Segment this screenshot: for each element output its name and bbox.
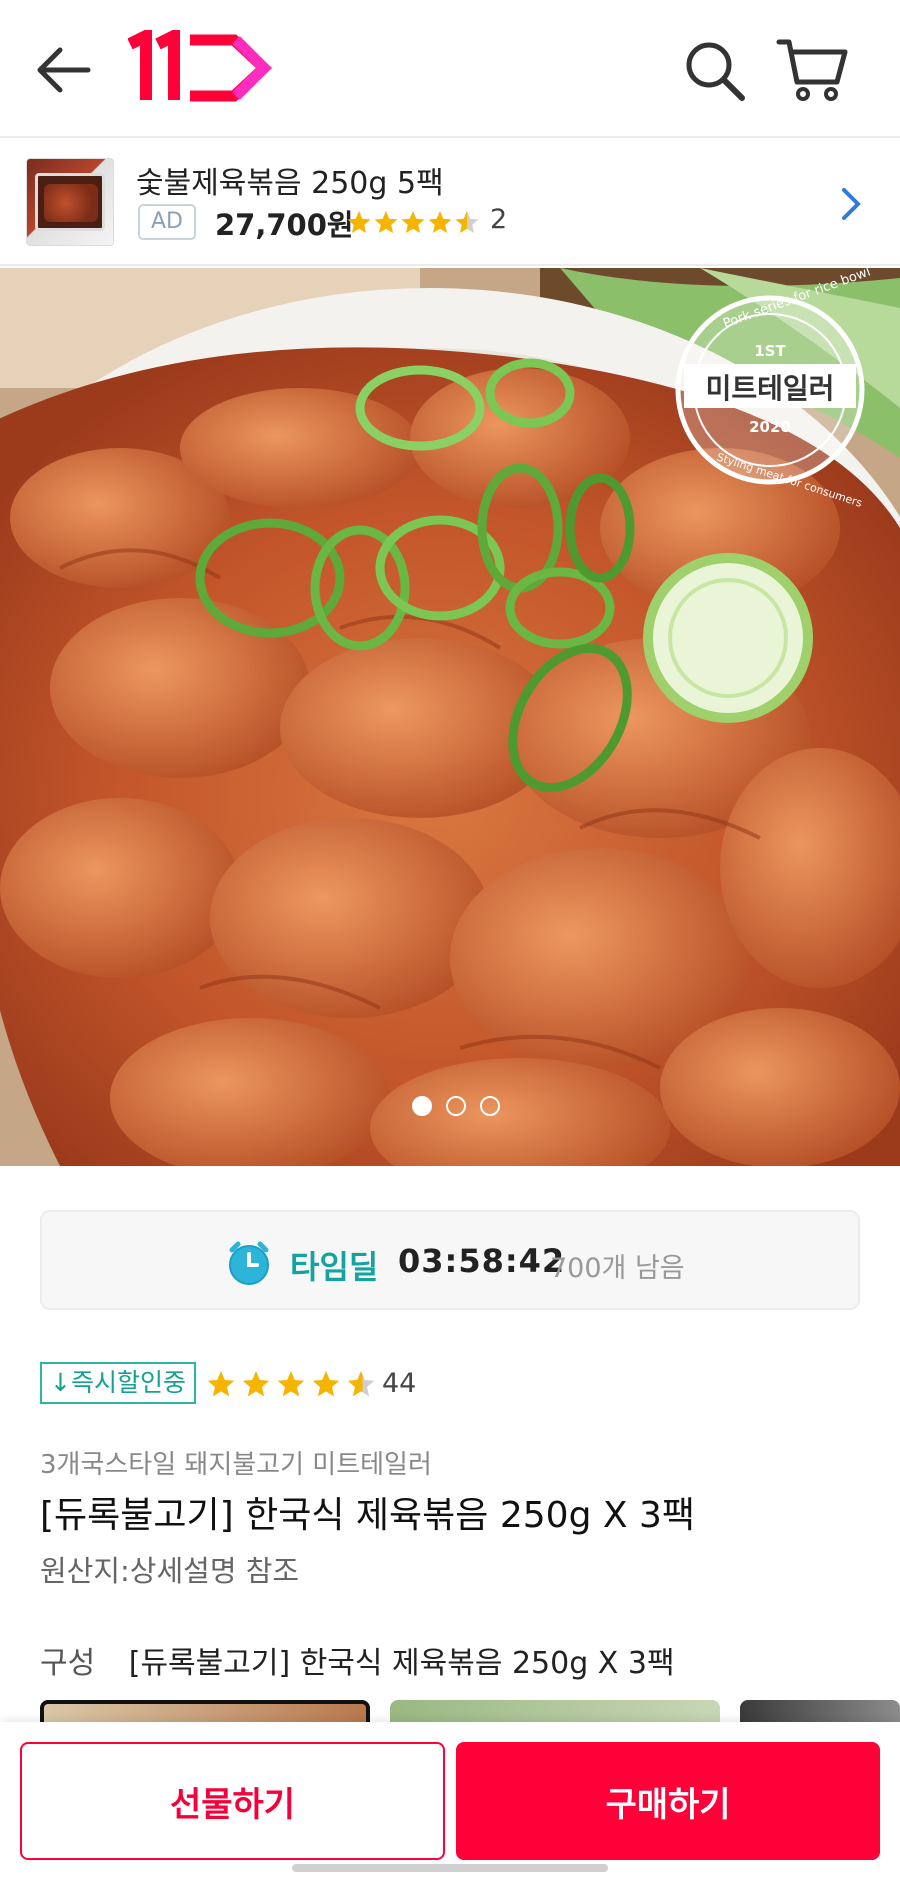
ad-product-title: 숯불제육볶음 250g 5팩 — [136, 166, 444, 201]
purchase-bar: 선물하기 구매하기 — [0, 1722, 900, 1882]
gift-button[interactable]: 선물하기 — [20, 1742, 445, 1860]
back-button[interactable] — [30, 40, 100, 100]
ad-badge: AD — [138, 204, 196, 240]
product-image-carousel[interactable]: Pork series for rice bowl 1ST 미트테일러 2020… — [0, 268, 900, 1166]
ad-rating-count: 2 — [490, 204, 508, 235]
product-subtitle[interactable]: 3개국스타일 돼지불고기 미트테일러 — [40, 1444, 432, 1481]
ad-product-thumbnail — [26, 158, 114, 246]
ad-rating-stars — [347, 211, 479, 233]
carousel-indicator — [412, 1096, 500, 1118]
ad-price: 27,700원 — [215, 208, 354, 242]
review-count[interactable]: 44 — [382, 1368, 416, 1399]
instant-discount-badge: ↓즉시할인중 — [40, 1362, 196, 1404]
time-deal-remaining: 700개 남음 — [550, 1253, 685, 1284]
alarm-clock-icon — [229, 1241, 269, 1285]
time-deal-countdown: 03:58:42 — [398, 1242, 566, 1280]
time-deal-label: 타임딜 — [290, 1248, 379, 1286]
product-photo: Pork series for rice bowl 1ST 미트테일러 2020… — [0, 268, 900, 1166]
product-title: [듀록불고기] 한국식 제육볶음 250g X 3팩 — [40, 1495, 695, 1536]
cart-icon — [776, 39, 848, 101]
option-value: [듀록불고기] 한국식 제육볶음 250g X 3팩 — [128, 1646, 675, 1681]
carousel-dot[interactable] — [446, 1096, 466, 1116]
stamp-rank: 1ST — [754, 342, 786, 360]
eleven-street-logo[interactable] — [127, 26, 273, 106]
stamp-brand: 미트테일러 — [706, 372, 835, 405]
product-origin: 원산지:상세설명 참조 — [40, 1554, 300, 1588]
cart-button[interactable] — [775, 34, 850, 106]
arrow-left-icon — [37, 47, 91, 93]
top-app-bar — [0, 0, 900, 138]
product-option-row: 구성 [듀록불고기] 한국식 제육볶음 250g X 3팩 — [40, 1638, 675, 1682]
option-label: 구성 — [40, 1646, 96, 1681]
buy-button[interactable]: 구매하기 — [456, 1742, 880, 1860]
product-rating-stars[interactable] — [206, 1364, 376, 1404]
search-button[interactable] — [680, 36, 750, 106]
carousel-dot[interactable] — [412, 1096, 432, 1116]
chevron-right-icon[interactable] — [836, 184, 866, 224]
stamp-year: 2020 — [749, 418, 791, 436]
home-indicator[interactable] — [292, 1864, 608, 1872]
search-icon — [686, 42, 745, 101]
sponsored-product-banner[interactable]: 숯불제육볶음 250g 5팩 AD 27,700원 2 — [0, 140, 900, 266]
carousel-dot[interactable] — [480, 1096, 500, 1116]
time-deal-box: 타임딜 03:58:42 700개 남음 — [40, 1210, 860, 1310]
